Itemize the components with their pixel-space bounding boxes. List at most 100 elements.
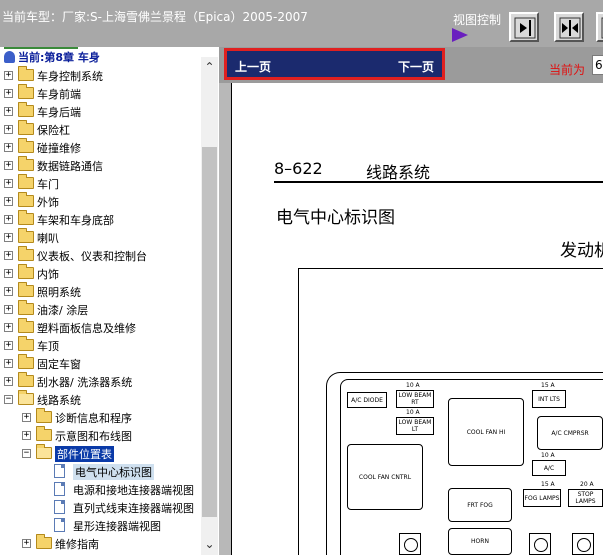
tree-item-label: 诊断信息和程序 <box>55 412 132 425</box>
expand-icon[interactable]: + <box>4 197 13 206</box>
tree-item-label: 数据链路通信 <box>37 160 103 173</box>
tree-item[interactable]: + 碰撞维修 <box>0 138 200 157</box>
tree-item[interactable]: + 维修指南 <box>0 534 200 553</box>
tree-item[interactable]: + 外饰 <box>0 192 200 211</box>
tree-item[interactable]: 直列式线束连接器端视图 <box>0 499 200 517</box>
tree-item[interactable]: + 照明系统 <box>0 282 200 301</box>
expand-icon[interactable]: + <box>4 359 13 368</box>
tree-item-label: 照明系统 <box>37 286 81 299</box>
tree-item-label: 线路系统 <box>37 394 81 407</box>
page-navigation: 上一页 下一页 <box>224 48 445 80</box>
folder-open-icon <box>36 444 52 459</box>
tree-item-label: 直列式线束连接器端视图 <box>73 502 194 515</box>
folder-icon <box>18 192 34 207</box>
page-heading: 电气中心标识图 <box>276 208 395 228</box>
folder-icon <box>18 138 34 153</box>
collapse-left-button[interactable] <box>509 12 539 42</box>
scroll-thumb[interactable] <box>202 147 217 517</box>
expand-icon[interactable]: + <box>4 215 13 224</box>
tree-item[interactable]: + 刮水器/ 洗涤器系统 <box>0 372 200 391</box>
chapter-icon <box>4 51 15 63</box>
tree-item-label: 碰撞维修 <box>37 142 81 155</box>
tree-item[interactable]: + 车顶 <box>0 336 200 355</box>
page-icon <box>54 500 65 514</box>
tree-item[interactable]: − 线路系统 <box>0 390 200 409</box>
folder-icon <box>18 84 34 99</box>
page-subheading: 发动机 <box>560 241 603 261</box>
prev-page-button[interactable]: 上一页 <box>235 58 271 75</box>
tree-item[interactable]: + 油漆/ 涂层 <box>0 300 200 319</box>
tree-item[interactable]: 电气中心标识图 <box>0 463 200 481</box>
tree-item[interactable]: + 保险杠 <box>0 120 200 139</box>
tree-item[interactable]: + 车身控制系统 <box>0 66 200 85</box>
tree-item[interactable]: + 数据链路通信 <box>0 156 200 175</box>
expand-icon[interactable]: + <box>4 233 13 242</box>
folder-icon <box>18 156 34 171</box>
tree-item[interactable]: + 车架和车身底部 <box>0 210 200 229</box>
expand-icon[interactable]: + <box>4 341 13 350</box>
tree-item[interactable]: + 塑料面板信息及维修 <box>0 318 200 337</box>
collapse-icon[interactable]: − <box>4 395 13 404</box>
page-icon <box>54 464 65 478</box>
tree-item-label: 示意图和布线图 <box>55 430 132 443</box>
expand-icon[interactable]: + <box>4 287 13 296</box>
folder-icon <box>18 174 34 189</box>
tree-item-label: 电源和接地连接器端视图 <box>73 484 194 497</box>
folder-icon <box>18 66 34 81</box>
scroll-up-icon[interactable]: ⌃ <box>201 59 218 76</box>
expand-icon[interactable]: + <box>4 89 13 98</box>
expand-right-button[interactable] <box>596 12 603 42</box>
folder-icon <box>18 246 34 261</box>
expand-icon[interactable]: + <box>4 107 13 116</box>
expand-icon[interactable]: + <box>4 323 13 332</box>
expand-icon[interactable]: + <box>22 539 31 548</box>
expand-icon[interactable]: + <box>4 377 13 386</box>
tree-item[interactable]: + 喇叭 <box>0 228 200 247</box>
expand-icon[interactable]: + <box>22 431 31 440</box>
expand-icon[interactable]: + <box>4 269 13 278</box>
folder-icon <box>36 426 52 441</box>
tree-item[interactable]: + 车门 <box>0 174 200 193</box>
tree-item[interactable]: + 内饰 <box>0 264 200 283</box>
current-page-input[interactable]: 6 <box>592 55 603 75</box>
expand-icon[interactable]: + <box>4 161 13 170</box>
tree-item[interactable]: + 固定车窗 <box>0 354 200 373</box>
folder-open-icon <box>18 390 34 405</box>
collapse-icon[interactable]: − <box>22 449 31 458</box>
tree-item[interactable]: − 部件位置表 <box>0 444 200 463</box>
expand-icon[interactable]: + <box>4 305 13 314</box>
folder-icon <box>18 120 34 135</box>
tree-item[interactable]: + 车身前端 <box>0 84 200 103</box>
expand-icon[interactable]: + <box>4 143 13 152</box>
tree-item[interactable]: 星形连接器端视图 <box>0 517 200 535</box>
expand-icon[interactable]: + <box>4 251 13 260</box>
expand-icon[interactable]: + <box>4 125 13 134</box>
tree-item-label: 电气中心标识图 <box>73 464 154 480</box>
scroll-down-icon[interactable]: ⌄ <box>201 536 218 553</box>
split-view-button[interactable] <box>554 12 584 42</box>
tree-item-label: 部件位置表 <box>55 446 114 462</box>
expand-icon[interactable]: + <box>4 71 13 80</box>
folder-icon <box>18 336 34 351</box>
tree-item[interactable]: + 车身后端 <box>0 102 200 121</box>
expand-icon[interactable]: + <box>22 413 31 422</box>
collapse-left-icon <box>514 17 536 39</box>
tree-item-label: 油漆/ 涂层 <box>37 304 89 317</box>
next-page-button[interactable]: 下一页 <box>398 58 434 75</box>
tree-item[interactable]: + 仪表板、仪表和控制台 <box>0 246 200 265</box>
tree-item[interactable]: 电源和接地连接器端视图 <box>0 481 200 499</box>
tree-item-label: 车门 <box>37 178 59 191</box>
page-number: 8–622 <box>274 159 323 178</box>
tree-item-label: 车身前端 <box>37 88 81 101</box>
tree-item[interactable]: + 示意图和布线图 <box>0 426 200 445</box>
folder-icon <box>18 228 34 243</box>
expand-icon[interactable]: + <box>4 179 13 188</box>
tree-item-label: 维修指南 <box>55 538 99 551</box>
tree-item-label: 车身控制系统 <box>37 70 103 83</box>
section-title: 线路系统 <box>366 163 431 182</box>
document-page: 8–622 线路系统 电气中心标识图 发动机 <box>231 83 603 555</box>
tree-item[interactable]: + 诊断信息和程序 <box>0 408 200 427</box>
tree-scrollbar[interactable]: ⌃ ⌄ <box>201 57 218 555</box>
document-panel: 上一页 下一页 当前为 6 8–622 线路系统 电气中心标识图 发动机 <box>219 47 603 555</box>
tree-item-label: 喇叭 <box>37 232 59 245</box>
